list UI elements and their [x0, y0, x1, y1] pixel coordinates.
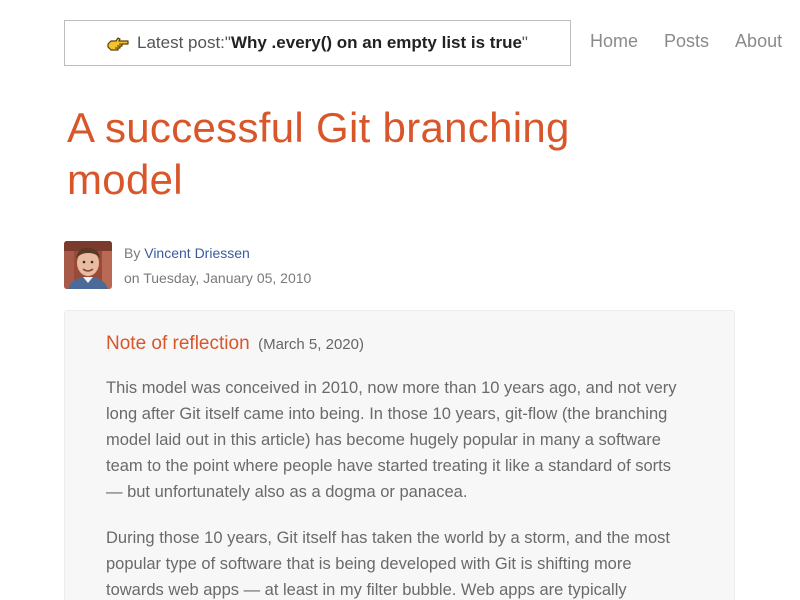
latest-post-banner[interactable]: Latest post: " Why .every() on an empty …	[64, 20, 571, 66]
page-title-line-1: A successful Git branching	[67, 104, 570, 151]
nav-posts-link[interactable]: Posts	[664, 31, 709, 52]
reflection-box: Note of reflection (March 5, 2020) This …	[64, 310, 735, 600]
paragraph-line: During those 10 years, Git itself has ta…	[106, 529, 671, 547]
page-title-line-2: model	[67, 156, 183, 203]
reflection-paragraph-2: During those 10 years, Git itself has ta…	[106, 525, 706, 600]
paragraph-line: popular type of software that is being d…	[106, 555, 632, 573]
post-date: on Tuesday, January 05, 2010	[124, 270, 312, 286]
author-byline: By Vincent Driessen	[124, 245, 250, 261]
page: Latest post: " Why .every() on an empty …	[0, 0, 800, 600]
quote-close: "	[521, 33, 528, 52]
reflection-title: Note of reflection	[106, 333, 250, 354]
latest-post-label: Latest post:	[137, 33, 225, 52]
nav-home-link[interactable]: Home	[590, 31, 638, 52]
latest-post-link[interactable]: Why .every() on an empty list is true	[231, 33, 522, 53]
reflection-paragraph-1: This model was conceived in 2010, now mo…	[106, 375, 706, 505]
paragraph-line: long after Git itself came into being. I…	[106, 405, 668, 423]
paragraph-line: model laid out in this article) has beco…	[106, 431, 661, 449]
main-nav: Home Posts About	[590, 31, 782, 52]
author-link[interactable]: Vincent Driessen	[144, 245, 250, 261]
pointing-hand-icon	[107, 36, 129, 52]
nav-about-link[interactable]: About	[735, 31, 782, 52]
reflection-heading: Note of reflection (March 5, 2020)	[106, 333, 364, 355]
author-avatar[interactable]	[64, 241, 112, 289]
paragraph-line: This model was conceived in 2010, now mo…	[106, 379, 677, 397]
paragraph-line: — but unfortunately also as a dogma or p…	[106, 483, 468, 501]
page-title: A successful Git branching model	[67, 102, 667, 206]
author-prefix: By	[124, 245, 145, 261]
reflection-date: (March 5, 2020)	[258, 336, 364, 353]
paragraph-line: team to the point where people have star…	[106, 457, 671, 475]
paragraph-line: towards web apps — at least in my filter…	[106, 581, 627, 599]
